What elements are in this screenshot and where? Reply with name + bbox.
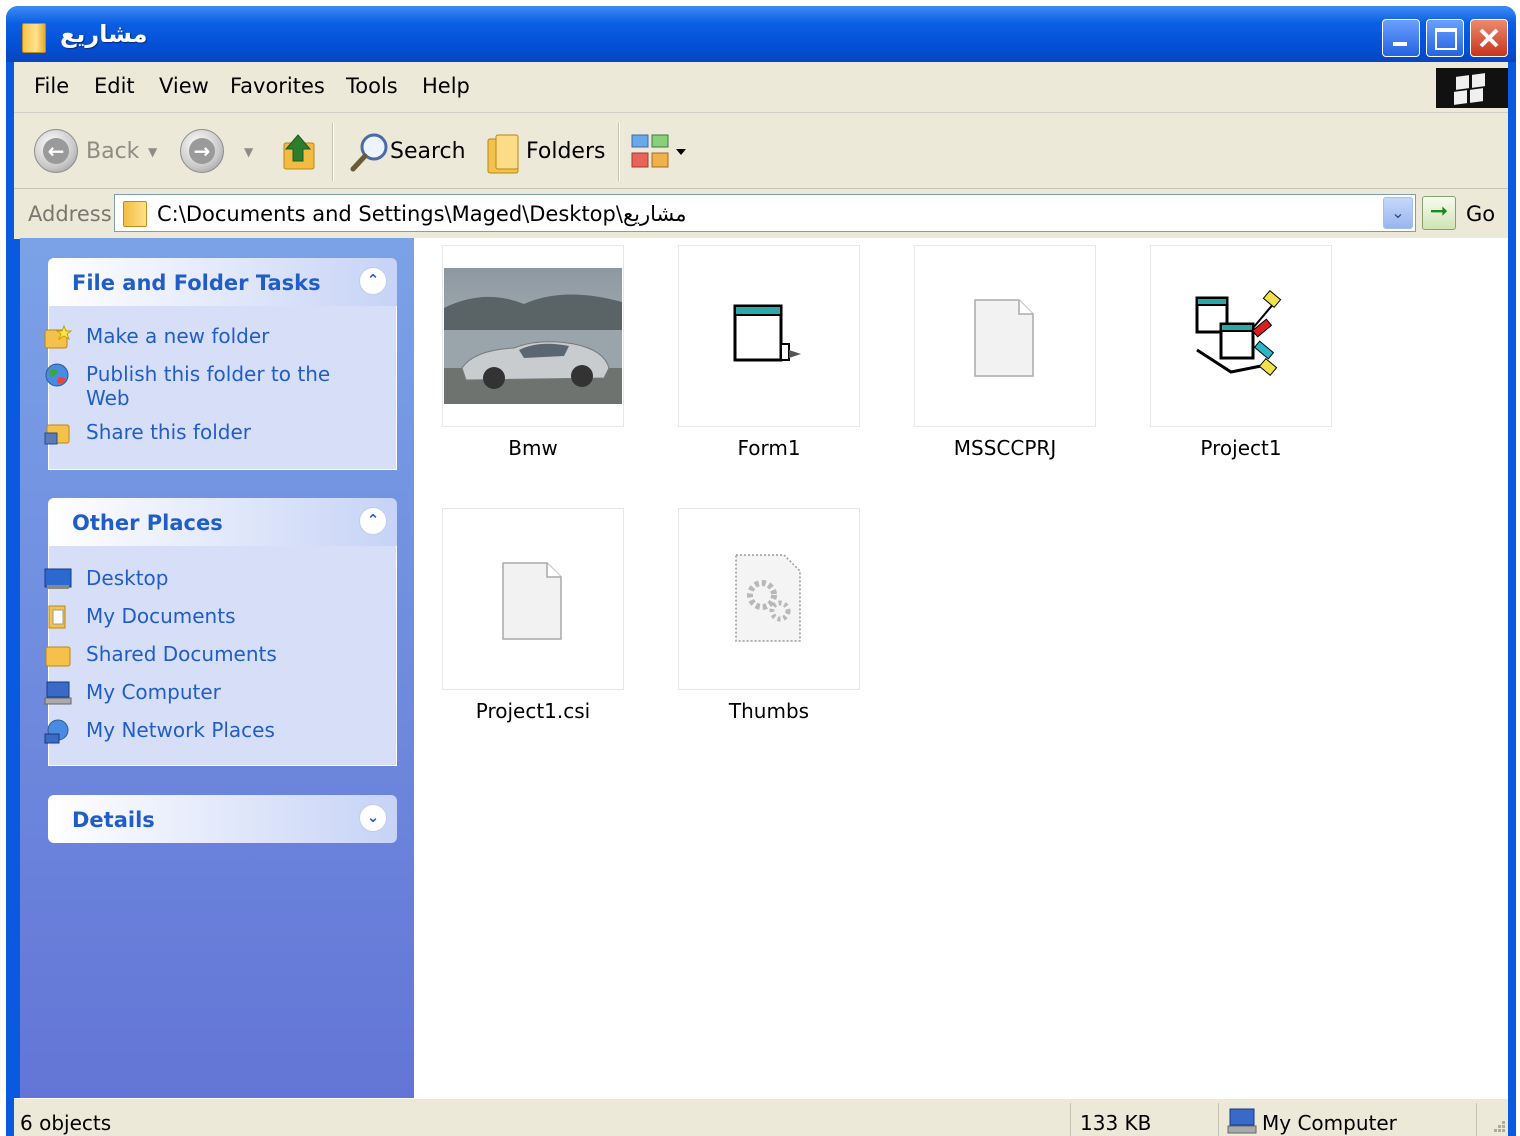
blank-file-icon (974, 299, 1034, 377)
task-share-folder[interactable]: Share this folder (86, 420, 346, 444)
address-dropdown-button[interactable]: ⌄ (1383, 197, 1413, 229)
other-places-header[interactable]: Other Places ⌃ (48, 498, 397, 546)
menu-view[interactable]: View (159, 74, 209, 98)
place-my-documents[interactable]: My Documents (86, 604, 346, 628)
publish-web-icon (45, 363, 69, 387)
search-label[interactable]: Search (390, 139, 466, 164)
go-label[interactable]: Go (1466, 202, 1495, 226)
forward-arrow-icon: → (189, 138, 215, 164)
back-button[interactable]: ← (34, 129, 78, 173)
folder-icon (123, 201, 147, 227)
file-item-project1[interactable] (1150, 245, 1332, 427)
file-label: Project1.csi (475, 699, 591, 723)
close-button[interactable] (1470, 19, 1508, 57)
place-my-computer[interactable]: My Computer (86, 680, 346, 704)
search-icon[interactable] (348, 131, 392, 175)
explorer-window: مشاريع File Edit View Favorites Tools He… (6, 6, 1516, 1136)
go-arrow-icon: ➞ (1429, 199, 1449, 224)
expand-chevron-icon[interactable]: ⌄ (359, 804, 387, 832)
network-places-icon (44, 719, 69, 744)
status-divider (1476, 1103, 1477, 1136)
toolbar-separator (332, 123, 334, 181)
file-list: Bmw Form1 MSSCCPRJ Project1 Project1.csi… (414, 238, 1508, 1098)
file-label: MSSCCPRJ (953, 436, 1057, 460)
status-bar: 6 objects 133 KB My Computer (14, 1098, 1508, 1136)
status-divider (1218, 1103, 1219, 1136)
address-label: Address (28, 202, 112, 226)
car-photo-thumbnail (444, 268, 622, 404)
close-icon (1479, 28, 1499, 48)
share-folder-icon (44, 424, 70, 445)
file-label: Form1 (737, 436, 801, 460)
collapse-chevron-icon[interactable]: ⌃ (359, 507, 387, 535)
address-bar: Address C:\Documents and Settings\Maged\… (14, 189, 1508, 239)
status-divider (1070, 1103, 1071, 1136)
toolbar-separator (618, 123, 620, 181)
back-arrow-icon: ← (43, 138, 69, 164)
minimize-button[interactable] (1382, 19, 1420, 57)
folders-icon[interactable] (482, 131, 526, 179)
details-header[interactable]: Details ⌄ (48, 795, 397, 843)
windows-logo-icon (1436, 68, 1508, 108)
status-object-count: 6 objects (20, 1111, 112, 1135)
file-label: Bmw (508, 436, 558, 460)
file-item-thumbs[interactable] (678, 508, 860, 690)
status-location: My Computer (1262, 1111, 1397, 1135)
shared-documents-icon (45, 646, 71, 667)
menu-file[interactable]: File (34, 74, 69, 98)
maximize-button[interactable] (1426, 19, 1464, 57)
place-shared-documents[interactable]: Shared Documents (86, 642, 346, 666)
vb-form-icon (733, 304, 801, 362)
back-label: Back (86, 139, 140, 164)
collapse-chevron-icon[interactable]: ⌃ (359, 267, 387, 295)
menu-favorites[interactable]: Favorites (230, 74, 325, 98)
task-make-new-folder[interactable]: Make a new folder (86, 324, 346, 348)
panel-title: File and Folder Tasks (72, 271, 321, 295)
task-publish-folder[interactable]: Publish this folder to the Web (86, 362, 346, 410)
address-input[interactable]: C:\Documents and Settings\Maged\Desktop\… (114, 194, 1416, 232)
place-my-network-places[interactable]: My Network Places (86, 718, 346, 742)
file-folder-tasks-header[interactable]: File and Folder Tasks ⌃ (48, 258, 397, 306)
file-label: Project1 (1200, 436, 1282, 460)
file-item-bmw[interactable] (442, 245, 624, 427)
desktop-icon (44, 568, 72, 589)
menu-tools[interactable]: Tools (346, 74, 398, 98)
file-item-form1[interactable] (678, 245, 860, 427)
standard-toolbar: ← Back ▼ → ▼ Search Folders (14, 113, 1508, 189)
my-documents-icon (48, 605, 66, 629)
place-desktop[interactable]: Desktop (86, 566, 346, 590)
menu-help[interactable]: Help (422, 74, 470, 98)
menu-edit[interactable]: Edit (94, 74, 135, 98)
menu-bar: File Edit View Favorites Tools Help (14, 62, 1508, 113)
title-bar[interactable]: مشاريع (6, 6, 1516, 62)
back-dropdown-icon[interactable]: ▼ (148, 145, 157, 159)
new-folder-icon (44, 324, 72, 349)
panel-title: Other Places (72, 511, 223, 535)
task-pane: File and Folder Tasks ⌃ Make a new folde… (20, 238, 414, 1098)
resize-grip-icon[interactable] (1490, 1117, 1506, 1133)
views-icon[interactable] (630, 133, 690, 173)
window-title: مشاريع (60, 20, 148, 48)
panel-title: Details (72, 808, 155, 832)
system-file-icon (735, 554, 801, 642)
up-folder-icon[interactable] (276, 131, 320, 175)
my-computer-icon (1227, 1108, 1257, 1134)
go-button[interactable]: ➞ (1422, 196, 1456, 230)
folder-icon (22, 23, 46, 53)
file-item-mssccprj[interactable] (914, 245, 1096, 427)
my-computer-icon (44, 681, 72, 705)
forward-dropdown-icon[interactable]: ▼ (244, 145, 253, 159)
folders-label[interactable]: Folders (526, 139, 605, 164)
status-size: 133 KB (1080, 1111, 1152, 1135)
forward-button[interactable]: → (180, 129, 224, 173)
blank-file-icon (502, 562, 562, 640)
file-item-project1-csi[interactable] (442, 508, 624, 690)
file-label: Thumbs (728, 699, 810, 723)
vb-project-icon (1195, 289, 1282, 377)
address-path: C:\Documents and Settings\Maged\Desktop\… (157, 202, 687, 226)
